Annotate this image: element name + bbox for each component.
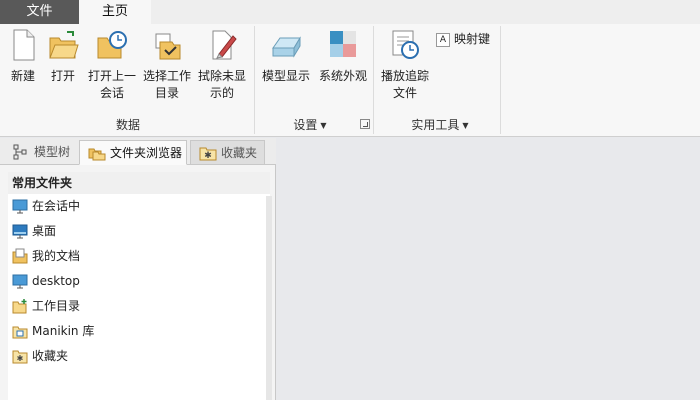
model-tree-icon <box>13 144 27 160</box>
tab-folder-browser-label: 文件夹浏览器 <box>110 146 183 160</box>
list-item-label: 在会话中 <box>32 199 81 213</box>
list-item-manikin-library[interactable]: Manikin 库 <box>8 319 270 344</box>
mapkeys-icon: A <box>436 33 450 47</box>
erase-icon <box>212 30 237 60</box>
list-item-label: 工作目录 <box>32 299 81 313</box>
tab-folder-browser[interactable]: 文件夹浏览器 <box>79 140 187 165</box>
group-label-settings-text: 设置 <box>293 118 318 132</box>
tab-favorites-label: 收藏夹 <box>221 146 258 160</box>
svg-text:✱: ✱ <box>17 354 24 363</box>
tab-favorites[interactable]: ✱ 收藏夹 <box>190 140 265 165</box>
model-display-button[interactable]: 模型显示 <box>258 28 314 85</box>
model-display-icon <box>272 36 301 58</box>
list-item-label: 我的文档 <box>32 249 81 263</box>
play-trail-file-icon <box>392 30 419 59</box>
chevron-down-icon: ▼ <box>320 121 327 130</box>
list-item-favorites[interactable]: ✱ 收藏夹 <box>8 344 270 369</box>
select-working-directory-button[interactable]: 选择工作 目录 <box>141 28 193 102</box>
group-divider <box>254 26 255 134</box>
desktop-icon <box>12 224 28 239</box>
group-label-tools-text: 实用工具 <box>411 118 460 132</box>
open-last-session-label-1: 打开上一 <box>87 69 136 83</box>
group-label-tools[interactable]: 实用工具 ▼ <box>400 116 480 133</box>
system-appearance-label: 系统外观 <box>318 69 367 83</box>
group-divider <box>500 26 501 134</box>
list-item-desktop[interactable]: 桌面 <box>8 219 270 244</box>
ribbon: 新建 打开 打开上一 会话 选择工作 目录 拭除未显 示的 模型显示 系统外观 … <box>0 24 700 137</box>
select-working-directory-label-2: 目录 <box>154 86 179 100</box>
select-working-directory-icon <box>155 33 181 60</box>
favorites-folder-icon: ✱ <box>199 147 217 161</box>
common-folders-list: 常用文件夹 在会话中 桌面 我的文档 desktop 工作目录 Manikin … <box>8 172 270 400</box>
open-last-session-label-2: 会话 <box>99 86 124 100</box>
erase-not-displayed-button[interactable]: 拭除未显 示的 <box>196 28 248 102</box>
play-trail-file-label-2: 文件 <box>392 86 417 100</box>
tab-home[interactable]: 主页 <box>79 0 151 24</box>
dialog-launcher-icon[interactable] <box>360 119 370 129</box>
play-trail-file-label-1: 播放追踪 <box>380 69 429 83</box>
group-label-data: 数据 <box>115 118 140 132</box>
tab-file[interactable]: 文件 <box>0 0 79 24</box>
list-item-working-directory[interactable]: 工作目录 <box>8 294 270 319</box>
svg-text:✱: ✱ <box>204 151 212 161</box>
new-button[interactable]: 新建 <box>6 28 40 85</box>
documents-icon <box>12 248 28 264</box>
open-label: 打开 <box>50 69 75 83</box>
chevron-down-icon: ▼ <box>462 121 469 130</box>
new-label: 新建 <box>10 69 35 83</box>
monitor-icon <box>12 199 28 214</box>
ribbon-tab-strip: 文件 主页 <box>0 0 700 24</box>
navigator-panel: 模型树 文件夹浏览器 ✱ 收藏夹 常用文件夹 在会话中 桌面 我的文档 desk… <box>0 138 276 400</box>
erase-not-displayed-label-2: 示的 <box>209 86 234 100</box>
tab-model-tree[interactable]: 模型树 <box>4 140 76 165</box>
open-last-session-icon <box>97 31 127 59</box>
list-item-desktop-folder[interactable]: desktop <box>8 269 270 294</box>
mapkeys-label: 映射键 <box>454 32 491 46</box>
list-item-label: Manikin 库 <box>32 324 95 338</box>
open-last-session-button[interactable]: 打开上一 会话 <box>86 28 138 102</box>
open-folder-icon <box>49 31 79 59</box>
graphics-area[interactable] <box>277 138 700 400</box>
new-file-icon <box>13 29 35 61</box>
list-item-label: desktop <box>32 274 80 288</box>
system-appearance-icon <box>330 31 356 57</box>
list-item-label: 桌面 <box>32 224 57 238</box>
library-icon <box>12 326 28 339</box>
folder-browser-icon <box>88 148 106 161</box>
working-folder-icon <box>12 299 27 314</box>
list-item-label: 收藏夹 <box>32 349 69 363</box>
select-working-directory-label-1: 选择工作 <box>142 69 191 83</box>
group-divider <box>373 26 374 134</box>
mapkeys-button[interactable]: A 映射键 <box>436 31 490 47</box>
erase-not-displayed-label-1: 拭除未显 <box>197 69 246 83</box>
tab-model-tree-label: 模型树 <box>34 145 71 159</box>
play-trail-file-button[interactable]: 播放追踪 文件 <box>378 28 432 102</box>
favorites-icon: ✱ <box>12 350 28 364</box>
scrollbar[interactable] <box>266 196 272 400</box>
navigator-tabs: 模型树 文件夹浏览器 ✱ 收藏夹 <box>0 138 276 165</box>
monitor-icon <box>12 274 28 289</box>
list-header: 常用文件夹 <box>8 172 270 194</box>
group-label-settings[interactable]: 设置 ▼ <box>280 116 340 133</box>
list-item-in-session[interactable]: 在会话中 <box>8 194 270 219</box>
system-appearance-button[interactable]: 系统外观 <box>316 28 370 85</box>
open-button[interactable]: 打开 <box>46 28 80 85</box>
model-display-label: 模型显示 <box>261 69 310 83</box>
list-item-my-documents[interactable]: 我的文档 <box>8 244 270 269</box>
